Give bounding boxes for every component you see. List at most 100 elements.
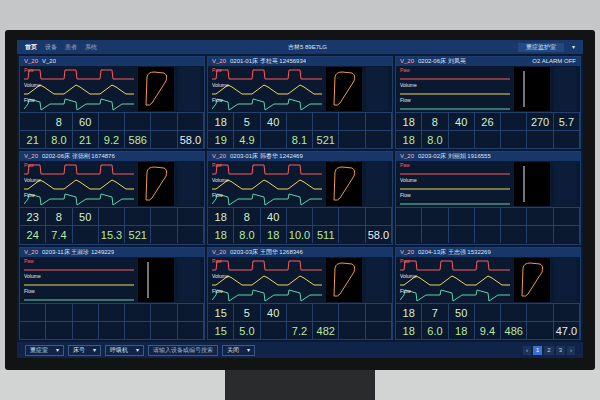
value-row: 247.415.3521 xyxy=(20,225,204,243)
value-cell xyxy=(475,304,501,321)
ventilator-panel[interactable]: V_20V_20PawVolumeFlow860218.0219.258658.… xyxy=(19,56,205,149)
loop-icon xyxy=(138,162,174,206)
value-cell xyxy=(527,226,553,243)
device-label: V_20 xyxy=(400,57,414,66)
value-row: 18840 xyxy=(208,207,392,225)
wave-area: PawVolumeFlow xyxy=(396,161,580,207)
wave-trace: Volume xyxy=(212,273,322,287)
device-label: V_20 xyxy=(212,57,226,66)
waveform-icon xyxy=(24,97,134,111)
value-cell xyxy=(339,208,365,225)
waveform-icon xyxy=(24,288,134,302)
value-cell: 6.0 xyxy=(422,322,448,339)
value-cell: 5 xyxy=(234,304,260,321)
value-cell: 5.0 xyxy=(234,322,260,339)
filter-dropdown[interactable]: 床号▾ xyxy=(68,345,101,356)
wave-label: Volume xyxy=(400,82,417,88)
value-cell xyxy=(178,304,204,321)
value-cell xyxy=(20,322,46,339)
ventilator-panel[interactable]: V_200204-13床 王志强 1532269PawVolumeFlow187… xyxy=(395,247,581,340)
value-cell: 8 xyxy=(234,208,260,225)
value-cell: 7.2 xyxy=(287,322,313,339)
ventilator-panel[interactable]: V_200203-03床 王国华 1268346PawVolumeFlow155… xyxy=(207,247,393,340)
page-button[interactable]: 3 xyxy=(556,346,565,355)
loop-icon xyxy=(138,258,174,302)
value-cell xyxy=(527,304,553,321)
value-cell xyxy=(366,322,392,339)
value-cell xyxy=(501,113,527,130)
wave-label: Paw xyxy=(24,162,34,168)
value-row: 186.0189.448647.0 xyxy=(396,321,580,339)
panel-header: V_200204-13床 王志强 1532269 xyxy=(396,248,580,257)
nav-item[interactable]: 系统 xyxy=(85,43,97,52)
waveform-icon xyxy=(24,258,134,272)
value-cell: 15.3 xyxy=(99,226,125,243)
value-cell xyxy=(46,304,72,321)
search-field[interactable]: 请输入设备或编号搜索 xyxy=(148,345,218,356)
ventilator-panel[interactable]: V_200202-06床 刘凤英O2 ALARM OFFPawVolumeFlo… xyxy=(395,56,581,149)
toggle-dropdown[interactable]: 关闭▾ xyxy=(222,345,255,356)
wave-label: Flow xyxy=(400,288,411,294)
ventilator-panel[interactable]: V_200203-02床 刘丽娟 1916555PawVolumeFlow xyxy=(395,151,581,244)
wave-label: Volume xyxy=(212,273,229,279)
panel-header: V_200203-11床 王淑珍 1249229 xyxy=(20,248,204,257)
wave-trace: Paw xyxy=(212,162,322,176)
value-row xyxy=(20,321,204,339)
value-cell: 15 xyxy=(208,304,234,321)
waveform-icon xyxy=(24,162,134,176)
wave-label: Volume xyxy=(24,82,41,88)
wave-trace: Volume xyxy=(24,82,134,96)
page-button[interactable]: 1 xyxy=(533,346,542,355)
value-cell xyxy=(339,322,365,339)
value-cell xyxy=(366,113,392,130)
filter-dropdown[interactable]: 重症室▾ xyxy=(25,345,64,356)
value-row: 860 xyxy=(20,112,204,130)
value-row xyxy=(396,225,580,243)
value-cell: 8.0 xyxy=(46,131,72,148)
panel-header: V_200202-06床 张德刚 1674876 xyxy=(20,152,204,161)
value-cell xyxy=(99,208,125,225)
wave-label: Paw xyxy=(400,67,410,73)
page-button[interactable]: › xyxy=(567,346,575,355)
bed-label: 0202-06床 刘凤英 xyxy=(418,57,466,66)
page-button[interactable]: ‹ xyxy=(523,346,531,355)
value-cell: 40 xyxy=(449,113,475,130)
ventilator-panel[interactable]: V_200202-06床 张德刚 1674876PawVolumeFlow238… xyxy=(19,151,205,244)
waveform-icon xyxy=(212,258,322,272)
value-cell xyxy=(475,208,501,225)
nav-item[interactable]: 患者 xyxy=(65,43,77,52)
ventilator-panel[interactable]: V_200203-01床 韩春华 1242469PawVolumeFlow188… xyxy=(207,151,393,244)
value-cell: 5.7 xyxy=(554,113,580,130)
footer-bar: 重症室▾ 床号▾ 呼吸机▾ 请输入设备或编号搜索关闭▾ ‹123› xyxy=(17,342,583,358)
panel-header: V_200201-01床 李桂英 12456934 xyxy=(208,57,392,66)
value-cell: 21 xyxy=(20,131,46,148)
value-cell xyxy=(554,226,580,243)
waveform-icon xyxy=(212,97,322,111)
wave-label: Paw xyxy=(212,162,222,168)
wave-trace: Flow xyxy=(400,192,510,206)
ventilator-panel[interactable]: V_200201-01床 李桂英 12456934PawVolumeFlow18… xyxy=(207,56,393,149)
value-cell: 18 xyxy=(449,322,475,339)
waveform-icon xyxy=(400,97,510,111)
nav-item[interactable]: 首页 xyxy=(25,43,37,52)
menu-toggle[interactable]: ▾ xyxy=(572,43,575,52)
wave-label: Flow xyxy=(212,192,223,198)
value-cell xyxy=(554,131,580,148)
value-cell xyxy=(125,304,151,321)
value-cell: 50 xyxy=(73,208,99,225)
filter-dropdown[interactable]: 呼吸机▾ xyxy=(105,345,144,356)
value-cell xyxy=(99,113,125,130)
wave-area: PawVolumeFlow xyxy=(396,66,580,112)
loop-icon xyxy=(514,258,550,302)
page-button[interactable]: 2 xyxy=(544,346,553,355)
top-bar: 首页设备患者系统吉林5 89E7LG重症监护室▾ xyxy=(17,40,583,54)
loop-icon xyxy=(326,162,362,206)
value-cell xyxy=(73,322,99,339)
value-cell xyxy=(99,304,125,321)
nav-item[interactable]: 设备 xyxy=(45,43,57,52)
device-label: V_20 xyxy=(400,152,414,161)
value-cell xyxy=(261,131,287,148)
value-cell: 40 xyxy=(261,208,287,225)
value-cell xyxy=(396,226,422,243)
ventilator-panel[interactable]: V_200203-11床 王淑珍 1249229PawVolumeFlow xyxy=(19,247,205,340)
